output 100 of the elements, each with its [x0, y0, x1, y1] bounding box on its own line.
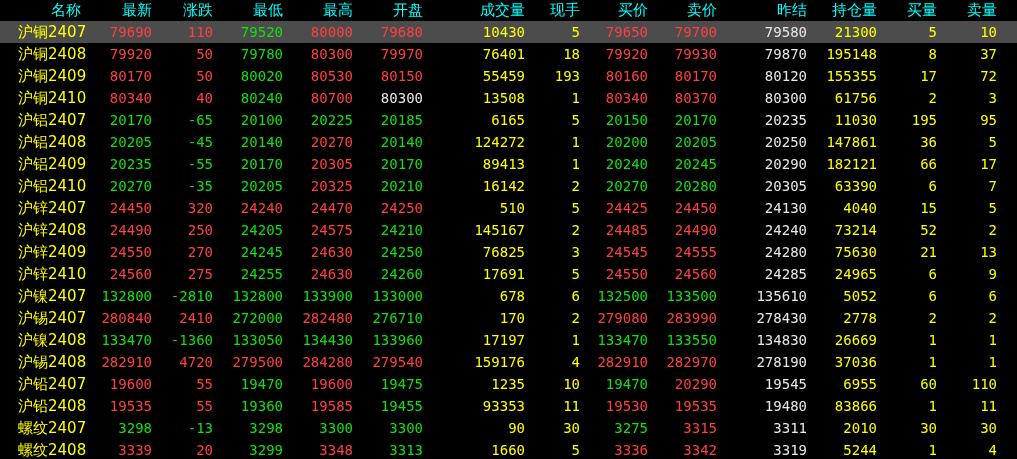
table-cell-text: 79580	[763, 24, 807, 40]
table-cell-text: 80160	[604, 68, 648, 84]
table-row[interactable]: 沪铅2408 19535 55 19360 19585 19455 93353 11 19530 19535 19480 83866 1 11	[0, 395, 1017, 417]
table-cell-text: 30	[919, 420, 937, 436]
column-header[interactable]: 现手	[525, 1, 580, 20]
table-cell-text: 3300	[318, 420, 353, 436]
table-cell-text: 24250	[379, 200, 423, 216]
table-cell-text: 24280	[763, 244, 807, 260]
column-header[interactable]: 开盘	[353, 1, 423, 20]
table-cell-text: 135610	[755, 288, 807, 304]
table-cell-text: 24550	[108, 244, 152, 260]
table-row[interactable]: 沪铜2410 80340 40 80240 80700 80300 13508 1 80340 80370 80300 61756 2 3	[0, 87, 1017, 109]
table-cell-text: 79680	[379, 24, 423, 40]
table-row[interactable]: 螺纹2408 3339 20 3299 3348 3313 1660 5 3336 3342 3319 5244 1 4	[0, 439, 1017, 459]
table-cell-text: 79700	[673, 24, 717, 40]
table-row[interactable]: 沪锡2408 282910 4720 279500 284280 279540 159176 4 282910 282970 278190 37036 1 1	[0, 351, 1017, 373]
table-cell-text: 20200	[604, 134, 648, 150]
column-header[interactable]: 买量	[877, 1, 937, 20]
table-row[interactable]: 沪锌2408 24490 250 24205 24575 24210 145167 2 24485 24490 24240 73214 52 2	[0, 219, 1017, 241]
table-cell-text: 20140	[239, 134, 283, 150]
table-row[interactable]: 螺纹2407 3298 -13 3298 3300 3300 90 30 3275 3315 3311 2010 30 30	[0, 417, 1017, 439]
table-cell-text: 79520	[239, 24, 283, 40]
table-cell-text: 80340	[604, 90, 648, 106]
table-cell-text: 79930	[673, 46, 717, 62]
table-row[interactable]: 沪铅2407 19600 55 19470 19600 19475 1235 10 19470 20290 19545 6955 60 110	[0, 373, 1017, 395]
table-cell-text: 21	[919, 244, 937, 260]
table-cell-text: 24245	[239, 244, 283, 260]
table-cell-text: 24255	[239, 266, 283, 282]
table-cell-text: 10430	[481, 24, 525, 40]
table-cell-text: -45	[186, 134, 213, 150]
table-cell-text: 4040	[842, 200, 877, 216]
column-header[interactable]: 卖量	[937, 1, 997, 20]
table-row[interactable]: 沪镍2408 133470 -1360 133050 134430 133960 17197 1 133470 133550 134830 26669 1 1	[0, 329, 1017, 351]
table-cell-text: 3298	[248, 420, 283, 436]
table-cell-text: 133470	[100, 332, 152, 348]
table-cell-text: 19600	[108, 376, 152, 392]
table-cell-text: 279500	[231, 354, 283, 370]
table-cell-text: 16142	[481, 178, 525, 194]
table-cell-text: 73214	[833, 222, 877, 238]
table-cell-text: 5	[570, 112, 580, 128]
table-cell-text: 6	[927, 288, 937, 304]
table-cell-text: 134430	[301, 332, 353, 348]
table-cell-text: 20235	[108, 156, 152, 172]
table-row[interactable]: 沪铝2410 20270 -35 20205 20325 20210 16142 2 20270 20280 20305 63390 6 7	[0, 175, 1017, 197]
table-cell-text: 20245	[673, 156, 717, 172]
table-row[interactable]: 沪镍2407 132800 -2810 132800 133900 133000 678 6 132500 133500 135610 5052 6 6	[0, 285, 1017, 307]
table-row[interactable]: 沪铜2409 80170 50 80020 80530 80150 55459 193 80160 80170 80120 155355 17 72	[0, 65, 1017, 87]
column-header[interactable]: 涨跌	[152, 1, 213, 20]
table-cell-text: 55459	[481, 68, 525, 84]
table-cell-text: 20325	[309, 178, 353, 194]
table-cell-text: 3339	[117, 442, 152, 458]
column-header[interactable]: 成交量	[423, 1, 525, 20]
table-row[interactable]: 沪铝2409 20235 -55 20170 20305 20170 89413 1 20240 20245 20290 182121 66 17	[0, 153, 1017, 175]
table-row[interactable]: 沪锌2407 24450 320 24240 24470 24250 510 5 24425 24450 24130 4040 15 5	[0, 197, 1017, 219]
table-row[interactable]: 沪铜2408 79920 50 79780 80300 79970 76401 18 79920 79930 79870 195148 8 37	[0, 43, 1017, 65]
table-cell-text: 6165	[490, 112, 525, 128]
table-cell-text: 20280	[673, 178, 717, 194]
table-cell-text: -13	[186, 420, 213, 436]
table-cell-text: 19475	[379, 376, 423, 392]
table-cell-text: 270	[186, 244, 213, 260]
table-cell-text: 76825	[481, 244, 525, 260]
table-row[interactable]: 沪铜2407 79690 110 79520 80000 79680 10430 5 79650 79700 79580 21300 5 10	[0, 21, 1017, 43]
table-cell-text: 19535	[108, 398, 152, 414]
table-cell-text: 80340	[108, 90, 152, 106]
table-cell-text: 17	[919, 68, 937, 84]
table-row[interactable]: 沪铝2407 20170 -65 20100 20225 20185 6165 5 20150 20170 20235 11030 195 95	[0, 109, 1017, 131]
table-cell-text: 24490	[673, 222, 717, 238]
table-row[interactable]: 沪锌2409 24550 270 24245 24630 24250 76825 3 24545 24555 24280 75630 21 13	[0, 241, 1017, 263]
table-cell-text: 90	[507, 420, 525, 436]
table-cell-text: 283990	[665, 310, 717, 326]
table-cell-text: 50	[195, 68, 213, 84]
table-cell-text: 11	[562, 398, 580, 414]
table-cell-text: 30	[562, 420, 580, 436]
table-cell-text: 20205	[239, 178, 283, 194]
table-cell-text: 2410	[178, 310, 213, 326]
table-cell-text: 2	[927, 310, 937, 326]
table-cell-text: 20250	[763, 134, 807, 150]
column-header[interactable]: 卖价	[648, 1, 717, 20]
table-cell-text: 195	[910, 112, 937, 128]
table-cell-text: 170	[498, 310, 525, 326]
table-cell-text: 20170	[239, 156, 283, 172]
table-cell-text: 83866	[833, 398, 877, 414]
column-header[interactable]: 名称	[0, 1, 82, 20]
table-row[interactable]: 沪锌2410 24560 275 24255 24630 24260 17691 5 24550 24560 24285 24965 6 9	[0, 263, 1017, 285]
table-cell-text: 13508	[481, 90, 525, 106]
table-cell-text: 6	[927, 266, 937, 282]
table-cell-text: 72	[979, 68, 997, 84]
table-cell-text: 1	[927, 398, 937, 414]
table-cell-text: 2	[570, 310, 580, 326]
table-cell-text: 19480	[763, 398, 807, 414]
column-header[interactable]: 最高	[283, 1, 353, 20]
column-header[interactable]: 买价	[580, 1, 648, 20]
column-header[interactable]: 最新	[82, 1, 152, 20]
column-header[interactable]: 最低	[213, 1, 283, 20]
table-row[interactable]: 沪铝2408 20205 -45 20140 20270 20140 124272 1 20200 20205 20250 147861 36 5	[0, 131, 1017, 153]
column-header[interactable]: 昨结	[717, 1, 807, 20]
table-cell-text: 20140	[379, 134, 423, 150]
table-row[interactable]: 沪锡2407 280840 2410 272000 282480 276710 170 2 279080 283990 278430 2778 2 2	[0, 307, 1017, 329]
column-header[interactable]: 持仓量	[807, 1, 877, 20]
table-cell-text: 6	[570, 288, 580, 304]
